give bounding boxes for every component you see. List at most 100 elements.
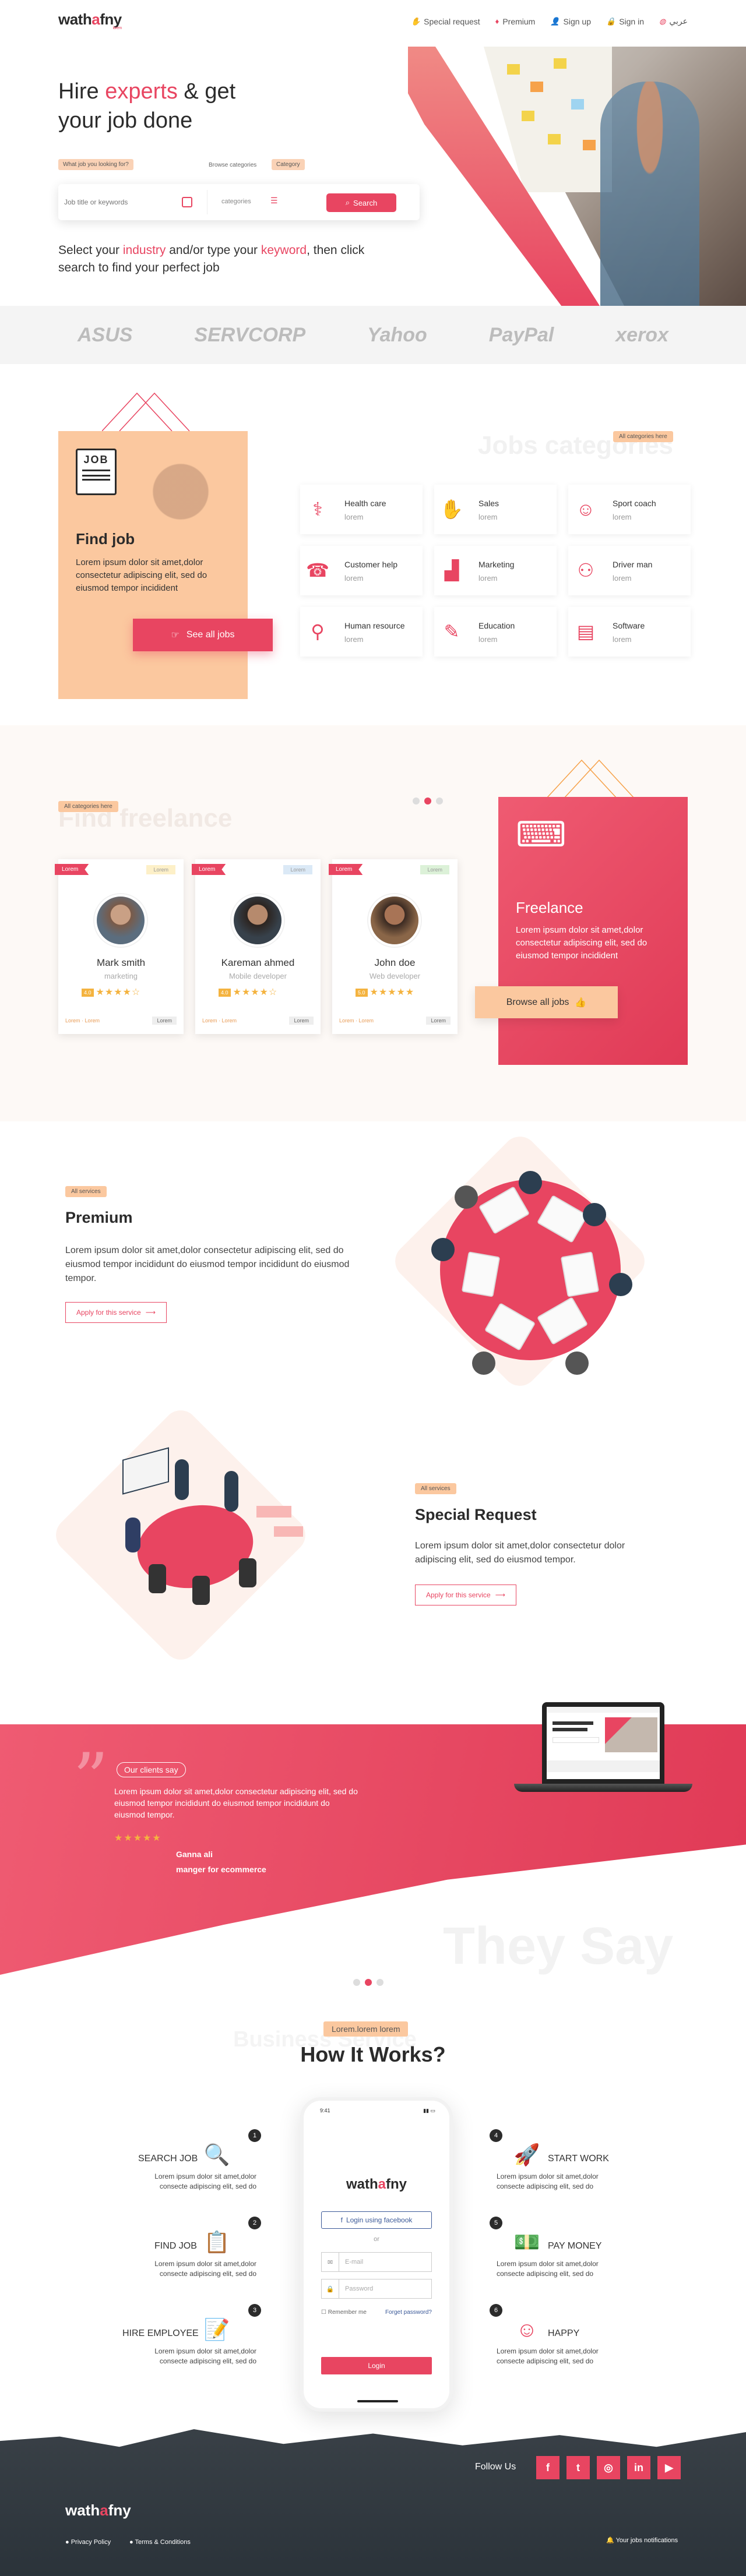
logo-tail: fny [100,10,122,28]
see-all-jobs-button[interactable]: ☞ See all jobs [133,619,273,651]
browse-all-jobs-button[interactable]: Browse all jobs 👍 [475,986,618,1018]
carousel-dot[interactable] [413,797,420,804]
category-name: Driver man [613,560,653,569]
instagram-icon[interactable]: ◎ [597,2456,620,2479]
footer-logo[interactable]: wathafny [65,2501,131,2519]
category-driver-man[interactable]: ⚇ Driver man lorem [568,546,691,595]
card-ribbon: Lorem [192,864,226,875]
card-footer-right[interactable]: Lorem [152,1017,177,1025]
privacy-link[interactable]: ● Privacy Policy [65,2539,111,2546]
nav-premium[interactable]: ♦ Premium [495,16,536,26]
logo[interactable]: wathafny lorem [58,10,122,30]
linkedin-icon[interactable]: in [627,2456,650,2479]
category-marketing[interactable]: ▟ Marketing lorem [434,546,557,595]
special-apply-button[interactable]: Apply for this service ⟶ [415,1585,516,1605]
category-sales[interactable]: ✋ Sales lorem [434,485,557,534]
step-pay-money: 5 💵 PAY MONEY Lorem ipsum dolor sit amet… [490,2217,641,2286]
logo-accent: a [378,2176,386,2192]
nav-special-request[interactable]: ✋ Special request [411,16,480,26]
step-name: START WORK [548,2154,609,2164]
all-categories-tag[interactable]: All categories here [613,431,673,442]
step-desc: Lorem ipsum dolor sit amet,dolor consect… [497,2260,599,2278]
card-footer-left: Lorem · Lorem [339,1018,374,1024]
search-button[interactable]: ⌕ Search [326,193,396,212]
nav-sign-up-label: Sign up [563,16,591,26]
jobs-section: JOB Find job Lorem ipsum dolor sit amet,… [0,364,746,725]
premium-apply-button[interactable]: Apply for this service ⟶ [65,1302,167,1323]
twitter-icon[interactable]: t [566,2456,590,2479]
hero-title-part: & get [177,79,236,104]
category-human-resource[interactable]: ⚲ Human resource lorem [300,607,423,657]
step-number: 3 [248,2304,261,2317]
remember-me-checkbox[interactable]: ☐ Remember me [321,2309,367,2316]
hero-title: Hire experts & get your job done [58,77,361,135]
step-desc: Lorem ipsum dolor sit amet,dolor consect… [154,2347,256,2365]
logo-tail: fny [386,2176,407,2192]
categories-select[interactable]: categories [221,198,251,205]
chart-icon: ▟ [444,560,459,581]
filter-icon[interactable]: ☰ [270,196,278,206]
freelancer-name: John doe [374,957,416,968]
forgot-password-link[interactable]: Forget password? [385,2309,432,2316]
laptop-image [542,1702,664,1784]
category-name: Software [613,621,645,630]
browse-all-jobs-label: Browse all jobs [506,997,569,1007]
user-plus-icon: 👤 [550,16,560,26]
category-health-care[interactable]: ⚕ Health care lorem [300,485,423,534]
categories-grid: ⚕ Health care lorem ✋ Sales lorem ☺ Sport coa… [300,485,691,657]
step-desc: Lorem ipsum dolor sit amet,dolor consect… [154,2172,256,2190]
category-sub: lorem [613,574,632,583]
chevron-decoration [102,392,190,432]
password-placeholder: Password [345,2285,374,2292]
phone-mockup: 9:41 ▮▮ ▭ wathafny f Login using facebook… [300,2097,453,2412]
rocket-icon: 🚀 [513,2143,540,2166]
step-number: 5 [490,2217,502,2229]
job-notifications-link[interactable]: 🔔 Your jobs notifications [606,2536,678,2544]
nav-sign-up[interactable]: 👤 Sign up [550,16,591,26]
logo-accent: a [100,2501,108,2519]
health-icon: ⚕ [312,499,323,520]
special-desc: Lorem ipsum dolor sit amet,dolor consect… [415,1541,625,1565]
step-number: 2 [248,2217,261,2229]
card-footer-right[interactable]: Lorem [289,1017,314,1025]
step-hire-employee: 3 📝 HIRE EMPLOYEE Lorem ipsum dolor sit … [105,2304,261,2374]
freelance-section: Find freelance All categories here Lorem… [0,725,746,1121]
terms-link[interactable]: ● Terms & Conditions [129,2539,191,2546]
hero-title-accent: experts [105,79,178,104]
category-sport-coach[interactable]: ☺ Sport coach lorem [568,485,691,534]
category-sub: lorem [344,574,364,583]
nav-premium-label: Premium [502,16,536,26]
carousel-dot[interactable] [436,797,443,804]
category-customer-help[interactable]: ☎ Customer help lorem [300,546,423,595]
carousel-dot-active[interactable] [424,797,431,804]
password-field[interactable]: 🔒 Password [321,2279,432,2299]
freelance-categories-tag[interactable]: All categories here [58,801,118,812]
step-number: 6 [490,2304,502,2317]
home-indicator [357,2400,398,2402]
brand-asus-logo: ASUS [77,323,133,346]
freelancer-card[interactable]: Lorem Lorem Mark smith marketing 4.0 ★★★★… [55,859,184,1034]
driver-icon: ⚇ [577,560,594,581]
email-field[interactable]: ✉ E-mail [321,2252,432,2272]
card-footer-right[interactable]: Lorem [426,1017,451,1025]
privacy-label: Privacy Policy [71,2539,111,2546]
search-button-label: Search [353,198,378,207]
youtube-icon[interactable]: ▶ [657,2456,681,2479]
category-education[interactable]: ✎ Education lorem [434,607,557,657]
category-software[interactable]: ▤ Software lorem [568,607,691,657]
category-name: Education [478,621,515,630]
email-placeholder: E-mail [345,2259,364,2266]
freelancer-card[interactable]: Lorem Lorem Kareman ahmed Mobile develop… [192,859,321,1034]
step-name: SEARCH JOB [138,2154,198,2164]
login-button[interactable]: Login [321,2357,432,2374]
category-sub: lorem [478,513,498,521]
nav-language[interactable]: ◍ عربي [659,16,688,26]
nav-sign-in[interactable]: 🔒 Sign in [606,16,644,26]
freelancer-role: Web developer [369,972,421,980]
freelancer-card[interactable]: Lorem Lorem John doe Web developer 5.0 ★★… [329,859,458,1034]
how-title: How It Works? [300,2042,446,2066]
facebook-login-button[interactable]: f Login using facebook [321,2211,432,2229]
lock-icon: 🔒 [606,16,616,26]
facebook-icon[interactable]: f [536,2456,560,2479]
logo-text: wath [65,2501,100,2519]
